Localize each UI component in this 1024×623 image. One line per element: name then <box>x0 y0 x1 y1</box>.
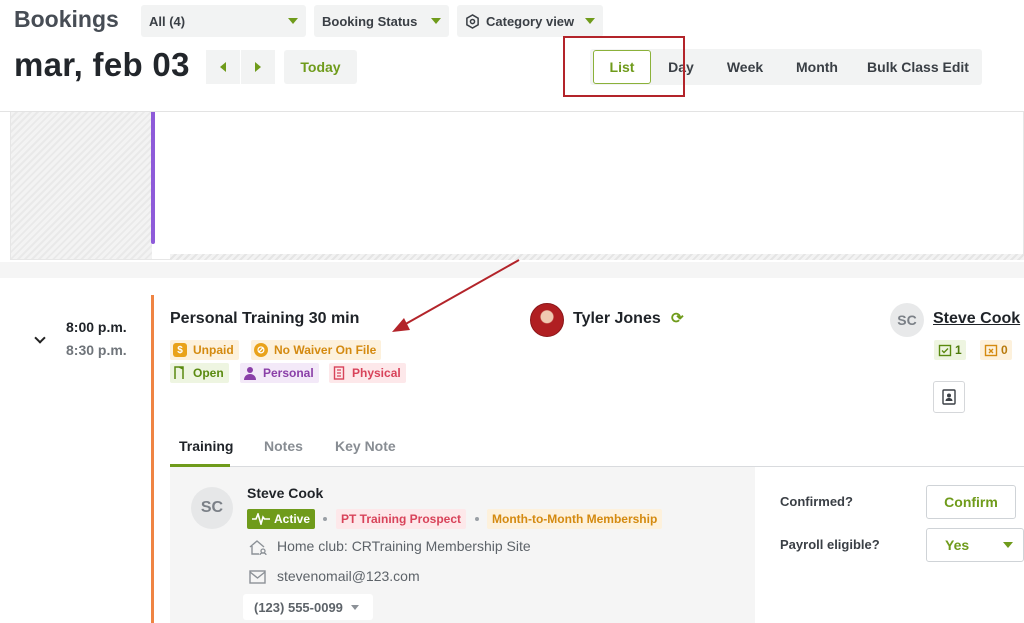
dollar-icon: $ <box>173 343 187 357</box>
unpaid-badge: $ Unpaid <box>170 340 239 360</box>
chevron-down-icon <box>288 18 298 24</box>
home-club-icon <box>249 540 267 556</box>
arrow-right-icon <box>255 62 261 72</box>
today-button[interactable]: Today <box>284 50 357 84</box>
booking-title[interactable]: Personal Training 30 min <box>170 310 359 328</box>
physical-label: Physical <box>352 366 401 380</box>
previous-booking-card <box>10 112 1024 260</box>
open-label: Open <box>193 366 224 380</box>
calendar-x-icon <box>984 344 998 357</box>
tab-key-note[interactable]: Key Note <box>335 438 396 454</box>
unavailable-time-block <box>11 112 152 259</box>
booking-start-time: 8:00 p.m. <box>66 319 127 335</box>
annotation-highlight-box <box>563 36 685 97</box>
no-waiver-label: No Waiver On File <box>274 343 377 357</box>
payroll-eligible-label: Payroll eligible? <box>780 537 880 552</box>
separator-dot <box>323 517 327 521</box>
confirmed-count-badge: 1 <box>934 340 966 360</box>
booking-color-bar <box>151 295 154 623</box>
chevron-down-icon <box>1003 542 1013 548</box>
client-avatar: SC <box>890 303 924 337</box>
open-badge: Open <box>170 363 229 383</box>
next-day-button[interactable] <box>241 50 275 84</box>
recurring-icon: ⟳ <box>671 310 684 327</box>
confirmed-count: 1 <box>955 343 962 357</box>
person-icon <box>244 367 256 380</box>
separator-dot <box>475 517 479 521</box>
tab-training[interactable]: Training <box>179 438 233 454</box>
chevron-down-icon <box>350 604 359 610</box>
client-panel-avatar: SC <box>191 487 233 529</box>
view-month-button[interactable]: Month <box>785 49 849 85</box>
filter-all-dropdown[interactable]: All (4) <box>141 5 306 37</box>
physical-badge: Physical <box>329 363 406 383</box>
payroll-eligible-select[interactable]: Yes <box>926 528 1024 562</box>
phone-dropdown[interactable]: (123) 555-0099 <box>243 594 373 620</box>
active-status-badge: Active <box>247 509 316 529</box>
booking-status-dropdown[interactable]: Booking Status <box>314 5 449 37</box>
client-name-link[interactable]: Steve Cook <box>933 310 1020 328</box>
arrow-left-icon <box>220 62 226 72</box>
coach-avatar <box>530 303 564 337</box>
previous-booking-color-bar <box>151 112 155 244</box>
no-waiver-icon: ⊘ <box>254 343 268 357</box>
client-panel-name: Steve Cook <box>247 485 324 501</box>
unavailable-time-strip <box>170 254 1024 260</box>
door-icon <box>174 366 184 379</box>
confirm-button[interactable]: Confirm <box>926 485 1016 519</box>
tab-notes[interactable]: Notes <box>264 438 303 454</box>
category-view-dropdown[interactable]: Category view <box>457 5 603 37</box>
view-bulk-class-edit-button[interactable]: Bulk Class Edit <box>862 49 974 85</box>
cancelled-count-badge: 0 <box>980 340 1012 360</box>
email-text: stevenomail@123.com <box>277 568 420 584</box>
card-separator <box>0 262 1024 278</box>
client-profile-button[interactable] <box>933 381 965 413</box>
category-hexagon-icon <box>466 13 479 29</box>
payroll-eligible-value: Yes <box>945 537 970 553</box>
unpaid-label: Unpaid <box>193 343 234 357</box>
previous-day-button[interactable] <box>206 50 240 84</box>
personal-badge: Personal <box>240 363 319 383</box>
current-date: mar, feb 03 <box>14 46 190 83</box>
coach-name[interactable]: Tyler Jones <box>573 310 661 328</box>
booking-end-time: 8:30 p.m. <box>66 342 127 358</box>
membership-tag: Month-to-Month Membership <box>487 509 663 529</box>
page-title: Bookings <box>14 6 119 32</box>
active-status-label: Active <box>274 512 311 526</box>
personal-label: Personal <box>263 366 314 380</box>
cancelled-count: 0 <box>1001 343 1008 357</box>
activity-pulse-icon <box>252 513 270 525</box>
category-view-label: Category view <box>486 13 575 29</box>
home-club-text: Home club: CRTraining Membership Site <box>277 538 531 554</box>
confirmed-label: Confirmed? <box>780 494 853 509</box>
no-waiver-badge: ⊘ No Waiver On File <box>251 340 382 360</box>
booking-status-label: Booking Status <box>322 13 418 29</box>
pt-prospect-tag: PT Training Prospect <box>336 509 467 529</box>
building-icon <box>333 366 345 380</box>
chevron-down-icon <box>585 18 595 24</box>
calendar-check-icon <box>938 344 952 357</box>
contact-card-icon <box>942 389 956 405</box>
view-week-button[interactable]: Week <box>718 49 772 85</box>
filter-all-label: All (4) <box>149 13 186 29</box>
chevron-down-icon <box>431 18 441 24</box>
phone-number: (123) 555-0099 <box>254 599 343 615</box>
email-icon <box>249 570 266 584</box>
